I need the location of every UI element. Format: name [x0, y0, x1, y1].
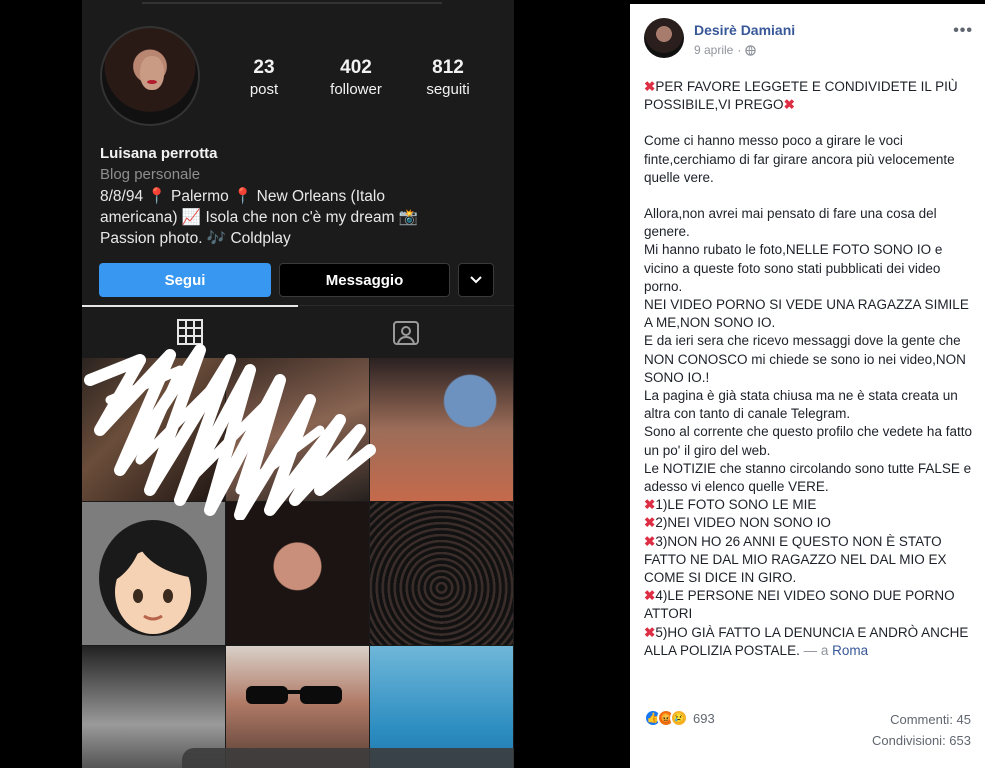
chevron-down-icon	[458, 263, 494, 297]
location-link[interactable]: Roma	[832, 643, 868, 658]
stat-followers: 402 follower	[311, 56, 401, 100]
grid-photo	[370, 358, 513, 501]
post-text: ✖PER FAVORE LEGGETE E CONDIVIDETE IL PIÙ…	[644, 78, 976, 660]
post-paragraph: Mi hanno rubato le foto,NELLE FOTO SONO …	[644, 242, 943, 294]
stat-posts-count: 23	[253, 57, 275, 78]
stat-posts: 23 post	[219, 56, 309, 100]
follow-button: Segui	[99, 263, 271, 297]
stat-following-label: seguiti	[426, 81, 470, 98]
post-date[interactable]: 9 aprile	[694, 43, 733, 57]
post-paragraph: Come ci hanno messo poco a girare le voc…	[644, 133, 955, 185]
instagram-profile-screenshot: 23 post 402 follower 812 seguiti Luisana…	[82, 0, 514, 768]
tagged-icon	[298, 306, 514, 358]
post-list-item: ✖2)NEI VIDEO NON SONO IO	[644, 515, 831, 531]
profile-tabs	[82, 305, 514, 357]
bio-line: Passion photo. 🎶 Coldplay	[100, 230, 291, 247]
separator-dot: ·	[737, 43, 742, 57]
stat-following: 812 seguiti	[403, 56, 493, 100]
post-paragraph: Sono al corrente che questo profilo che …	[644, 424, 972, 458]
reactions-count: 693	[693, 710, 715, 726]
post-paragraph: ✖PER FAVORE LEGGETE E CONDIVIDETE IL PIÙ…	[644, 79, 958, 113]
red-x-icon: ✖	[644, 533, 656, 549]
profile-name: Luisana perrotta	[100, 145, 218, 162]
woman-emoji-icon	[99, 520, 207, 636]
red-x-icon: ✖	[644, 79, 656, 94]
post-panel: Desirè Damiani 9 aprile · ••• ✖PER FAVOR…	[630, 4, 985, 768]
shares-count[interactable]: Condivisioni: 653	[872, 733, 971, 748]
location-prefix: — a	[803, 642, 829, 658]
comments-count[interactable]: Commenti: 45	[890, 712, 971, 727]
post-list-item: ✖1)LE FOTO SONO LE MIE	[644, 497, 817, 513]
bio-line: americana) 📈 Isola che non c'è my dream …	[100, 209, 419, 226]
red-x-icon: ✖	[644, 588, 656, 604]
profile-category: Blog personale	[100, 166, 201, 183]
sad-reaction-icon: 😢	[670, 709, 688, 727]
post-paragraph: Allora,non avrei mai pensato di fare una…	[644, 206, 937, 240]
post-paragraph: E da ieri sera che ricevo messaggi dove …	[644, 333, 966, 385]
stat-posts-label: post	[249, 81, 279, 98]
bio-line: 8/8/94 📍 Palermo 📍 New Orleans (Italo	[100, 188, 385, 205]
author-avatar[interactable]	[644, 18, 684, 58]
grid-photo	[370, 502, 513, 645]
post-photo[interactable]: 23 post 402 follower 812 seguiti Luisana…	[0, 0, 630, 768]
stat-followers-label: follower	[330, 81, 382, 98]
grid-photo	[226, 502, 369, 645]
reactions-summary[interactable]: 👍 😡 😢 693	[644, 709, 715, 727]
post-paragraph: La pagina è già stata chiusa ma ne è sta…	[644, 388, 958, 422]
post-paragraph: Le NOTIZIE che stanno circolando sono tu…	[644, 460, 972, 495]
more-options-icon[interactable]: •••	[953, 22, 973, 40]
post-paragraph: NEI VIDEO PORNO SI VEDE UNA RAGAZZA SIMI…	[644, 297, 969, 331]
profile-bio: 8/8/94 📍 Palermo 📍 New Orleans (Italo am…	[100, 186, 500, 249]
bottom-overlay	[182, 748, 514, 768]
grid-photo	[82, 358, 225, 501]
post-list-item: ✖5)HO GIÀ FATTO LA DENUNCIA E ANDRÒ ANCH…	[644, 624, 969, 658]
post-meta: 9 aprile ·	[694, 43, 757, 57]
globe-icon[interactable]	[745, 44, 757, 56]
red-x-icon: ✖	[644, 497, 656, 513]
stat-following-count: 812	[432, 57, 464, 78]
author-name[interactable]: Desirè Damiani	[694, 22, 795, 38]
red-x-icon: ✖	[644, 624, 656, 640]
grid-photo	[226, 358, 369, 501]
post-list-item: ✖3)NON HO 26 ANNI E QUESTO NON È STATO F…	[644, 533, 947, 586]
red-x-icon: ✖	[783, 97, 795, 113]
message-button: Messaggio	[279, 263, 450, 297]
status-bar	[142, 0, 442, 4]
red-x-icon: ✖	[644, 515, 656, 531]
post-list-item: ✖4)LE PERSONE NEI VIDEO SONO DUE PORNO A…	[644, 588, 955, 622]
sunglasses-icon	[246, 686, 342, 704]
profile-avatar	[100, 26, 200, 126]
grid-icon	[82, 305, 298, 357]
grid-photo	[82, 502, 225, 645]
stat-followers-count: 402	[340, 57, 372, 78]
